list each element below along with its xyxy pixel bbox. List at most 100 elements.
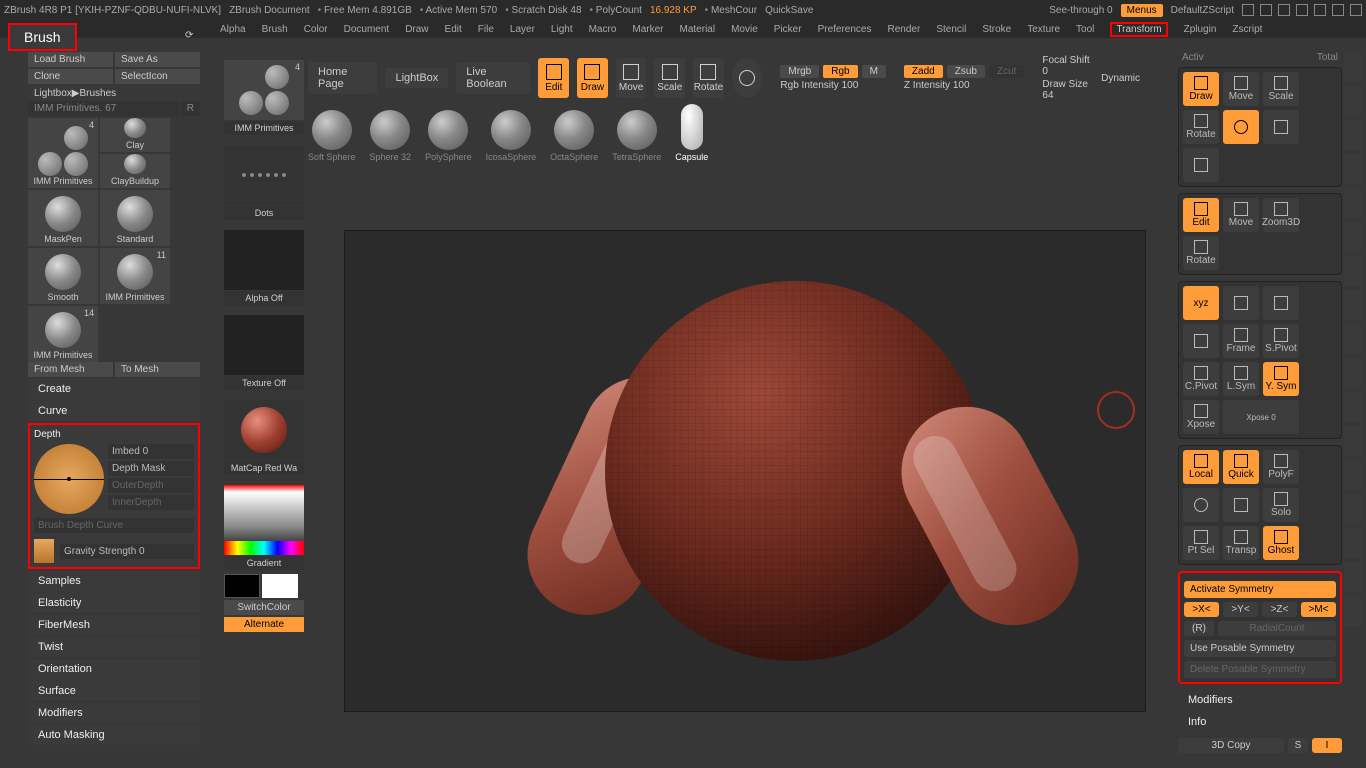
hide-icon[interactable] <box>1260 4 1272 16</box>
quicksave-button[interactable]: QuickSave <box>765 5 813 16</box>
tray-item[interactable] <box>1344 290 1362 320</box>
gravity-icon[interactable] <box>34 539 54 563</box>
gradient-label[interactable]: Gradient <box>224 556 304 570</box>
dock-edit[interactable]: Edit <box>1183 198 1219 232</box>
dock-move[interactable]: Move <box>1223 72 1259 106</box>
mrgb-button[interactable]: Mrgb <box>780 65 819 78</box>
menu-tool[interactable]: Tool <box>1076 24 1094 35</box>
brush-depth-curve[interactable]: Brush Depth Curve <box>34 518 194 533</box>
section-modifiers[interactable]: Modifiers <box>28 703 200 723</box>
tray-item[interactable] <box>1344 358 1362 388</box>
alternate-button[interactable]: Alternate <box>224 617 304 632</box>
section-samples[interactable]: Samples <box>28 571 200 591</box>
tray-transp[interactable] <box>1344 528 1362 558</box>
dock-transp[interactable]: Transp <box>1223 526 1259 560</box>
gravity-slider[interactable]: Gravity Strength 0 <box>60 544 194 559</box>
tray-item[interactable] <box>1344 460 1362 490</box>
swatch-black[interactable] <box>224 574 260 598</box>
load-brush-button[interactable]: Load Brush <box>28 52 113 67</box>
dock-frame[interactable]: Frame <box>1223 324 1259 358</box>
dock-move2[interactable]: Move <box>1223 198 1259 232</box>
dock-ghost[interactable]: Ghost <box>1263 526 1299 560</box>
menu-document[interactable]: Document <box>344 24 390 35</box>
section-twist[interactable]: Twist <box>28 637 200 657</box>
dock-cpivot[interactable]: C.Pivot <box>1183 362 1219 396</box>
brush-palette-title[interactable]: Brush <box>8 23 77 51</box>
dock-g3-3[interactable] <box>1183 324 1219 358</box>
sym-z-button[interactable]: >Z< <box>1262 602 1297 617</box>
prim-capsule[interactable]: Capsule <box>675 104 708 162</box>
dock-sphere[interactable] <box>1223 110 1259 144</box>
dock-spivot[interactable]: S.Pivot <box>1263 324 1299 358</box>
section-fibermesh[interactable]: FiberMesh <box>28 615 200 635</box>
dock-g4-3[interactable] <box>1183 488 1219 522</box>
s-button[interactable]: S <box>1288 738 1308 753</box>
dock-ysym[interactable]: Y. Sym <box>1263 362 1299 396</box>
i-button[interactable]: I <box>1312 738 1342 753</box>
edit-mode-button[interactable]: Edit <box>538 58 569 98</box>
prim-icosasphere[interactable]: IcosaSphere <box>486 110 537 162</box>
m-button[interactable]: M <box>862 65 886 78</box>
switchcolor-button[interactable]: SwitchColor <box>224 600 304 615</box>
menu-texture[interactable]: Texture <box>1027 24 1060 35</box>
save-as-button[interactable]: Save As <box>115 52 200 67</box>
dock-g3-2[interactable] <box>1263 286 1299 320</box>
dock-polyf[interactable]: PolyF <box>1263 450 1299 484</box>
dock-xyz[interactable]: xyz <box>1183 286 1219 320</box>
dock-edit2[interactable] <box>1263 110 1299 144</box>
tray-solo[interactable] <box>1344 562 1362 592</box>
activate-symmetry-button[interactable]: Activate Symmetry <box>1184 581 1336 598</box>
prim-octasphere[interactable]: OctaSphere <box>550 110 598 162</box>
menu-alpha[interactable]: Alpha <box>220 24 246 35</box>
refresh-icon[interactable]: ⟳ <box>185 30 193 41</box>
dock-draw[interactable]: Draw <box>1183 72 1219 106</box>
rgb-intensity-slider[interactable]: Rgb Intensity 100 <box>780 80 886 91</box>
clone-button[interactable]: Clone <box>28 69 113 84</box>
dock-zoom3d[interactable]: Zoom3D <box>1263 198 1299 232</box>
from-mesh-button[interactable]: From Mesh <box>28 362 113 377</box>
draw-size-slider[interactable]: Draw Size 64 <box>1042 79 1093 101</box>
menu-zplugin[interactable]: Zplugin <box>1184 24 1217 35</box>
lock-icon[interactable] <box>1278 4 1290 16</box>
dock-rotate2[interactable]: Rotate <box>1183 236 1219 270</box>
section-create[interactable]: Create <box>28 379 200 399</box>
menu-zscript[interactable]: Zscript <box>1232 24 1262 35</box>
home-page-button[interactable]: Home Page <box>308 62 377 94</box>
menu-light[interactable]: Light <box>551 24 573 35</box>
section-elasticity[interactable]: Elasticity <box>28 593 200 613</box>
section-modifiers-r[interactable]: Modifiers <box>1178 690 1342 710</box>
tray-item[interactable] <box>1344 392 1362 422</box>
depth-mask-button[interactable]: Depth Mask <box>108 461 194 476</box>
menu-macro[interactable]: Macro <box>589 24 617 35</box>
brush-imm-primitives[interactable]: 4IMM Primitives <box>28 118 98 188</box>
dock-quick[interactable]: Quick <box>1223 450 1259 484</box>
sym-m-button[interactable]: >M< <box>1301 602 1336 617</box>
section-info[interactable]: Info <box>1178 712 1342 732</box>
tray-item[interactable] <box>1344 120 1362 150</box>
dynamic-label[interactable]: Dynamic <box>1101 73 1140 84</box>
seethrough-slider[interactable]: See-through 0 <box>1049 5 1112 16</box>
section-orientation[interactable]: Orientation <box>28 659 200 679</box>
menu-picker[interactable]: Picker <box>774 24 802 35</box>
selecticon-button[interactable]: SelectIcon <box>115 69 200 84</box>
gizmo-button[interactable] <box>732 58 763 98</box>
r-badge[interactable]: R <box>181 101 200 116</box>
tray-item[interactable] <box>1344 494 1362 524</box>
menu-material[interactable]: Material <box>680 24 716 35</box>
swatch-white[interactable] <box>262 574 298 598</box>
stroke-preview[interactable] <box>224 145 304 205</box>
prim-sphere32[interactable]: Sphere 32 <box>370 110 412 162</box>
section-surface[interactable]: Surface <box>28 681 200 701</box>
zadd-button[interactable]: Zadd <box>904 65 943 78</box>
menu-movie[interactable]: Movie <box>731 24 758 35</box>
float-icon[interactable] <box>1242 4 1254 16</box>
minimize-icon[interactable] <box>1314 4 1326 16</box>
menu-layer[interactable]: Layer <box>510 24 535 35</box>
document-viewport[interactable] <box>344 230 1146 712</box>
close-icon[interactable] <box>1350 4 1362 16</box>
dock-scale[interactable]: Scale <box>1263 72 1299 106</box>
tray-item[interactable] <box>1344 324 1362 354</box>
defaultzscript-button[interactable]: DefaultZScript <box>1171 5 1234 16</box>
section-automasking[interactable]: Auto Masking <box>28 725 200 745</box>
menu-transform[interactable]: Transform <box>1110 22 1167 37</box>
